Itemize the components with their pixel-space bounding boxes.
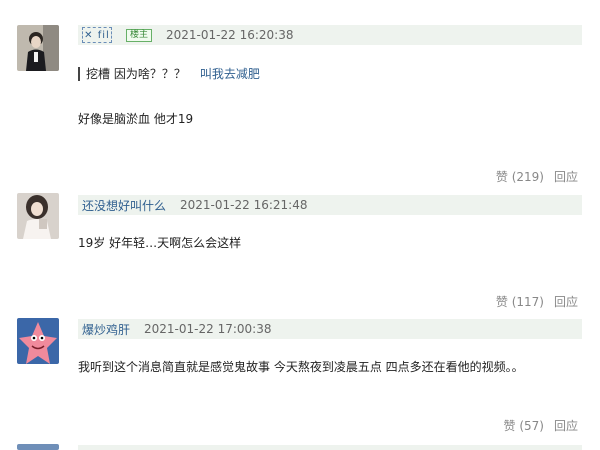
comment-time: 2021-01-22 17:00:38 bbox=[144, 322, 272, 336]
avatar[interactable] bbox=[17, 25, 59, 71]
comment-header bbox=[78, 445, 582, 450]
comment-text: 好像是脑淤血 他才19 bbox=[78, 112, 194, 126]
host-badge: 楼主 bbox=[126, 28, 153, 42]
username-link[interactable]: 还没想好叫什么 bbox=[82, 197, 166, 214]
comment-text: 19岁 好年轻…天啊怎么会这样 bbox=[78, 236, 242, 250]
avatar[interactable] bbox=[17, 318, 59, 364]
like-button[interactable]: 赞 (219) bbox=[496, 170, 544, 184]
like-button[interactable]: 赞 (117) bbox=[496, 295, 544, 309]
avatar[interactable] bbox=[17, 193, 59, 239]
quoted-reply: 挖槽 因为啥？？？ 叫我去减肥 bbox=[78, 67, 260, 81]
comment-actions: 赞 (219) 回应 bbox=[486, 168, 578, 185]
username-link[interactable]: 爆炒鸡肝 bbox=[82, 321, 130, 338]
reply-button[interactable]: 回应 bbox=[554, 419, 578, 433]
comment-text: 我听到这个消息简直就是感觉鬼故事 今天熬夜到凌晨五点 四点多还在看他的视频。。 bbox=[78, 360, 524, 374]
quote-author-link[interactable]: 叫我去减肥 bbox=[200, 67, 260, 81]
reply-button[interactable]: 回应 bbox=[554, 295, 578, 309]
comment-header: 还没想好叫什么 2021-01-22 16:21:48 bbox=[78, 195, 582, 215]
comment-time: 2021-01-22 16:20:38 bbox=[166, 28, 294, 42]
comment-header: 爆炒鸡肝 2021-01-22 17:00:38 bbox=[78, 319, 582, 339]
comment-actions: 赞 (117) 回应 bbox=[486, 293, 578, 310]
broken-image-icon: ✕ fil bbox=[82, 27, 112, 43]
comment-time: 2021-01-22 16:21:48 bbox=[180, 198, 308, 212]
user-photo-icon bbox=[17, 25, 59, 71]
patrick-star-icon bbox=[17, 318, 59, 364]
reply-button[interactable]: 回应 bbox=[554, 170, 578, 184]
like-button[interactable]: 赞 (57) bbox=[504, 419, 544, 433]
comment-header: ✕ fil 楼主 2021-01-22 16:20:38 bbox=[78, 25, 582, 45]
avatar[interactable] bbox=[17, 444, 59, 450]
user-photo-icon bbox=[17, 193, 59, 239]
comment-actions: 赞 (57) 回应 bbox=[494, 417, 578, 434]
quote-text: 挖槽 因为啥？？？ bbox=[86, 67, 186, 81]
